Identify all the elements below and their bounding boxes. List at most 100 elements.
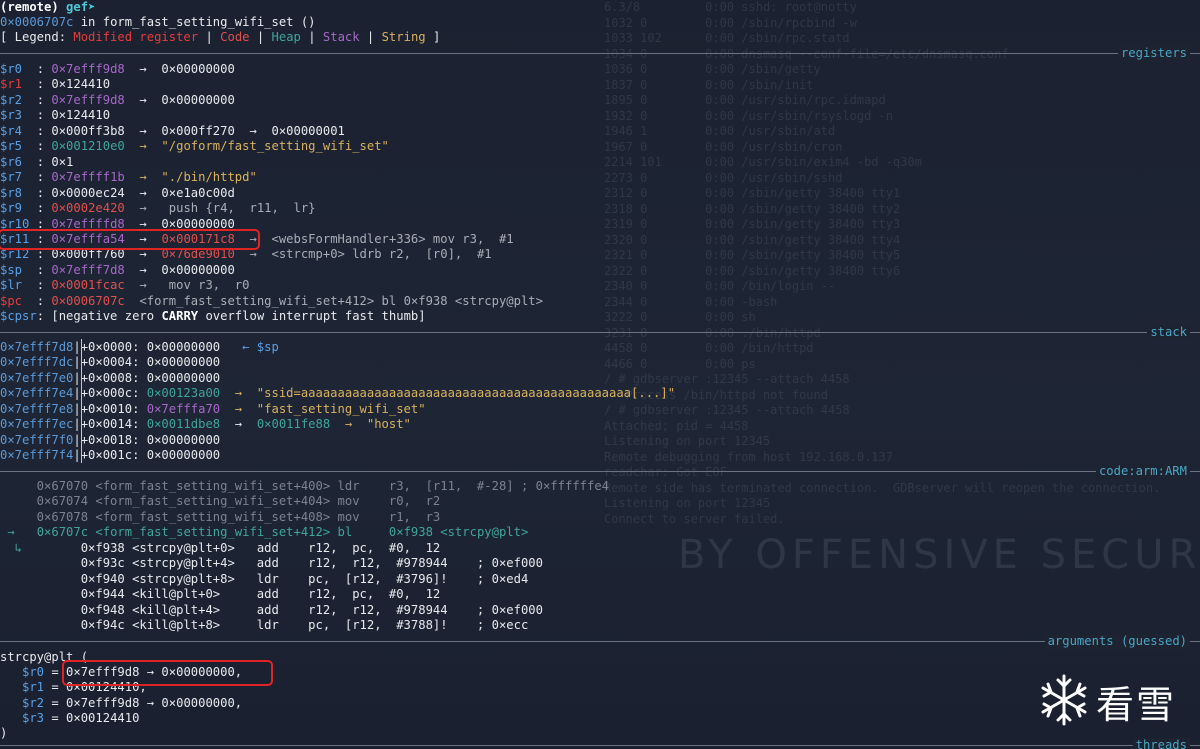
stack-row: 0×7efff7e4|+0×000c: 0×00123a00 → "ssid=a… bbox=[0, 386, 675, 401]
threads-title: threads bbox=[1132, 738, 1190, 749]
code-text: 0×67078 <form_fast_setting_wifi_set+408>… bbox=[0, 509, 441, 524]
legend-sep: | bbox=[249, 30, 272, 44]
stack-row: 0×7efff7ec|+0×0014: 0×0011dbe8 → 0×0011f… bbox=[0, 417, 411, 432]
code-line: 0×67078 <form_fast_setting_wifi_set+408>… bbox=[0, 509, 441, 525]
register-colon: : bbox=[29, 262, 52, 277]
legend-close: ] bbox=[425, 30, 441, 44]
register-chain: → 0×000ff270 → 0×00000001 bbox=[124, 123, 345, 138]
stack-value: 0×0011dbe8 bbox=[146, 417, 221, 432]
register-colon: : bbox=[29, 139, 52, 154]
register-row: $r4 : 0×000ff3b8 → 0×000ff270 → 0×000000… bbox=[0, 124, 345, 139]
register-name: $sp bbox=[0, 262, 30, 277]
legend-line: [ Legend: Modified register | Code | Hea… bbox=[0, 30, 440, 45]
legend-open: [ Legend: bbox=[0, 30, 74, 44]
register-deref-target: → <strcmp+0> ldrb r2, [r0], #1 bbox=[234, 247, 492, 262]
snowflake-icon bbox=[1041, 674, 1087, 726]
arguments-separator: arguments (guessed) bbox=[0, 634, 1200, 649]
register-name: $r2 bbox=[0, 92, 30, 107]
legend-modified: Modified register bbox=[73, 30, 199, 44]
code-line: 0×f948 <kill@plt+4> add r12, r12, #97894… bbox=[0, 603, 543, 618]
stack-offset: |+0×0000: bbox=[73, 340, 147, 354]
prompt-line: (remote) gef➤ bbox=[0, 0, 95, 15]
code-separator: code:arm:ARM bbox=[0, 464, 1200, 479]
stack-deref-string: → "host" bbox=[330, 417, 411, 432]
legend-sep: | bbox=[198, 30, 221, 44]
argument-value: = 0×00124410 bbox=[44, 711, 140, 726]
stack-annotation: → "fast_setting_wifi_set" bbox=[220, 401, 426, 416]
code-line: 0×67074 <form_fast_setting_wifi_set+404>… bbox=[0, 494, 441, 509]
register-name: $r5 bbox=[0, 139, 30, 154]
prompt-remote: (remote) bbox=[0, 0, 59, 14]
stack-arrow: → bbox=[220, 417, 257, 432]
stack-annotation: → "ssid=aaaaaaaaaaaaaaaaaaaaaaaaaaaaaaaa… bbox=[220, 386, 676, 401]
arguments-title: arguments (guessed) bbox=[1044, 634, 1190, 649]
register-colon: : bbox=[29, 92, 52, 107]
register-row: $r8 : 0×0000ec24 → 0×e1a0c00d bbox=[0, 186, 235, 201]
register-value: 0×124410 bbox=[51, 108, 111, 123]
stack-value: 0×00123a00 bbox=[146, 386, 221, 401]
code-text: 0×f93c <strcpy@plt+4> add r12, r12, #978… bbox=[0, 556, 543, 571]
stack-value: 0×00000000 bbox=[146, 355, 221, 370]
stack-row: 0×7efff7d8|+0×0000: 0×00000000 ← $sp bbox=[0, 340, 279, 355]
code-marker: → bbox=[0, 525, 15, 540]
register-value: 0×7efff7d8 bbox=[51, 262, 125, 277]
stack-annotation: ← $sp bbox=[220, 340, 279, 354]
stack-offset: |+0×001c: bbox=[73, 448, 147, 463]
legend-string: String bbox=[381, 30, 426, 44]
legend-heap: Heap bbox=[271, 30, 301, 44]
highlight-box-r11 bbox=[0, 229, 260, 250]
cpsr-carry-flag: CARRY bbox=[161, 309, 199, 323]
cpsr-line: $cpsr: [negative zero CARRY overflow int… bbox=[0, 309, 426, 324]
register-chain: → 0×e1a0c00d bbox=[124, 185, 235, 200]
register-value: 0×001210e0 bbox=[51, 139, 125, 154]
register-chain: → 0×00000000 bbox=[124, 262, 235, 277]
background-watermark: BY OFFENSIVE SECUR bbox=[678, 532, 1200, 578]
code-text: 0×f944 <kill@plt+0> add r12, pc, #0, 12 bbox=[0, 587, 441, 602]
code-text: 0×f948 <kill@plt+4> add r12, r12, #97894… bbox=[0, 602, 543, 617]
register-value: 0×124410 bbox=[51, 77, 111, 92]
register-chain: → 0×00000000 bbox=[124, 92, 235, 107]
stack-offset: |+0×000c: bbox=[73, 386, 147, 401]
argument-name: $r1 bbox=[0, 680, 45, 695]
stack-offset: |+0×0018: bbox=[73, 432, 147, 447]
argument-name: $r3 bbox=[0, 711, 45, 726]
argument-row: $r3 = 0×00124410 bbox=[0, 711, 139, 726]
stack-value: 0×00000000 bbox=[146, 340, 221, 354]
cpsr-flags-post: overflow interrupt fast thumb] bbox=[198, 309, 426, 323]
register-colon: : bbox=[29, 185, 52, 200]
register-name: $r7 bbox=[0, 170, 30, 185]
register-row: $r9 : 0×0002e420 → push {r4, r11, lr} bbox=[0, 201, 316, 216]
threads-separator: threads bbox=[0, 738, 1200, 749]
stack-title: stack bbox=[1147, 325, 1190, 340]
stack-value: 0×00000000 bbox=[146, 370, 221, 385]
code-line: 0×f940 <strcpy@plt+8> ldr pc, [r12, #379… bbox=[0, 572, 529, 587]
highlight-box-r0-arg bbox=[62, 660, 273, 686]
register-colon: : bbox=[29, 62, 52, 76]
stack-row: 0×7efff7dc|+0×0004: 0×00000000 bbox=[0, 355, 220, 370]
register-chain: → mov r3, r0 bbox=[124, 278, 250, 293]
code-line: 0×f944 <kill@plt+0> add r12, pc, #0, 12 bbox=[0, 587, 441, 602]
cpsr-flags-pre: : [negative zero bbox=[36, 309, 162, 323]
register-row: $r2 : 0×7efff9d8 → 0×00000000 bbox=[0, 93, 235, 108]
register-value: 0×1 bbox=[51, 154, 74, 169]
stack-divider bbox=[81, 339, 82, 463]
register-name: $r6 bbox=[0, 154, 30, 169]
argument-name: $r2 bbox=[0, 695, 45, 710]
register-colon: : bbox=[29, 77, 52, 92]
stack-offset: |+0×0014: bbox=[73, 417, 147, 432]
terminal-window[interactable]: 6.3/8 0:00 sshd: root@notty 1032 0 0:00 … bbox=[0, 0, 1200, 749]
register-row: $r1 : 0×124410 bbox=[0, 77, 110, 92]
register-row: $r5 : 0×001210e0 → "/goform/fast_setting… bbox=[0, 139, 389, 154]
code-text: 0×67074 <form_fast_setting_wifi_set+404>… bbox=[0, 494, 441, 509]
stack-row: 0×7efff7e8|+0×0010: 0×7efffa70 → "fast_s… bbox=[0, 402, 426, 417]
stack-value: 0×00000000 bbox=[146, 448, 221, 463]
stack-row: 0×7efff7f4|+0×001c: 0×00000000 bbox=[0, 448, 220, 463]
register-colon: : bbox=[29, 108, 52, 123]
argument-row: $r2 = 0×7efff9d8 → 0×00000000, bbox=[0, 696, 242, 711]
code-text: 0×f938 <strcpy@plt+0> add r12, pc, #0, 1… bbox=[22, 540, 441, 555]
location-in: in bbox=[73, 15, 103, 29]
stack-deref: 0×0011fe88 bbox=[256, 417, 331, 432]
register-value: 0×0000ec24 bbox=[51, 185, 125, 200]
kanxue-logo: 看雪 bbox=[1036, 672, 1186, 732]
code-text: 0×f94c <kill@plt+8> ldr pc, [r12, #3788]… bbox=[0, 618, 529, 633]
